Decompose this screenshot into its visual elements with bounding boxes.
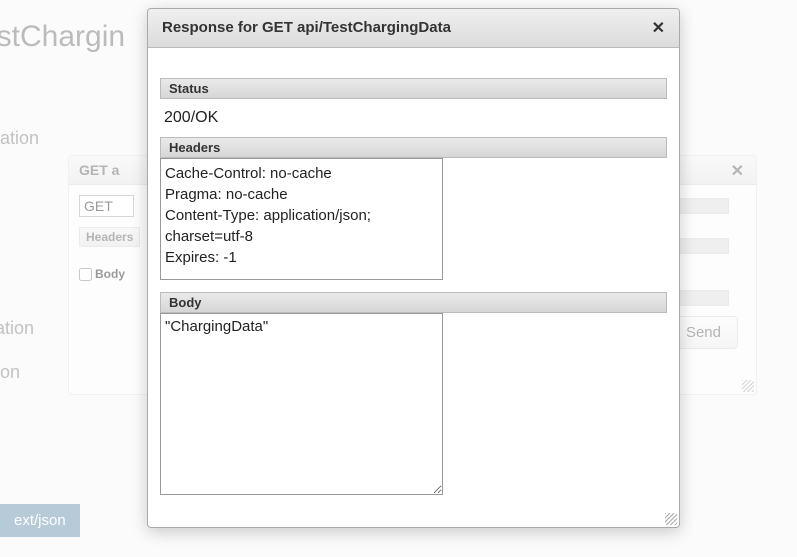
headers-section-header: Headers	[160, 137, 667, 158]
response-headers-textarea[interactable]	[160, 158, 443, 280]
response-body-textarea[interactable]	[160, 313, 443, 495]
dialog-header: Response for GET api/TestChargingData ✕	[148, 9, 679, 48]
response-dialog: Response for GET api/TestChargingData ✕ …	[147, 8, 680, 528]
dialog-title: Response for GET api/TestChargingData	[162, 19, 451, 36]
dialog-body: Status 200/OK Headers Body	[148, 48, 679, 527]
close-icon[interactable]: ✕	[652, 18, 665, 38]
status-value: 200/OK	[160, 99, 667, 137]
body-section-header: Body	[160, 292, 667, 313]
status-section-header: Status	[160, 78, 667, 99]
resize-handle-icon[interactable]	[665, 513, 677, 525]
